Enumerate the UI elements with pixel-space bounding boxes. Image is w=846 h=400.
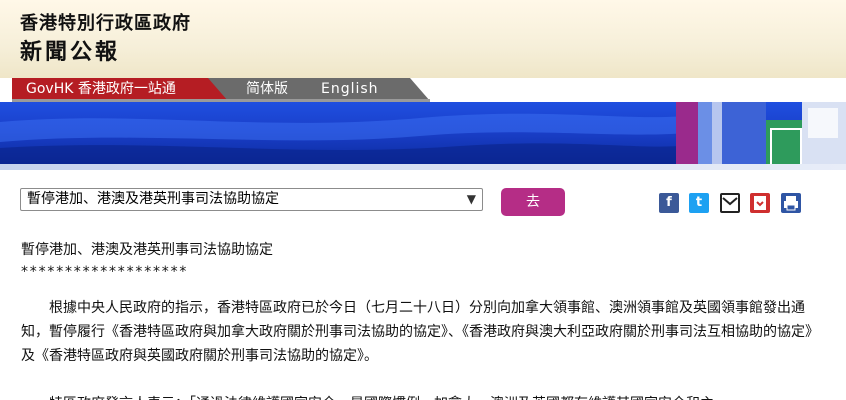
printer-shape — [784, 196, 798, 211]
article-paragraph-2: 特區政府發言人表示：「通過法律維護國家安全，是國際慣例。加拿大、澳洲及英國都有維… — [21, 392, 827, 400]
facebook-icon[interactable]: f — [659, 193, 679, 213]
banner-strip — [0, 164, 846, 170]
masthead: 香港特別行政區政府 新聞公報 — [0, 0, 846, 78]
headline-underline-stars: ******************* — [21, 264, 189, 280]
article-paragraph-1: 根據中央人民政府的指示，香港特區政府已於今日（七月二十八日）分別向加拿大領事館、… — [21, 300, 819, 364]
topic-select-value: 暫停港加、港澳及港英刑事司法協助協定 — [27, 191, 279, 207]
envelope-shape — [722, 197, 738, 206]
go-button[interactable]: 去 — [501, 188, 565, 216]
banner — [0, 102, 846, 166]
topic-select[interactable]: 暫停港加、港澳及港英刑事司法協助協定 ▼ — [20, 188, 483, 211]
bookmark-shape — [754, 196, 766, 210]
article-body: 暫停港加、港澳及港英刑事司法協助協定 ******************* 根… — [21, 238, 827, 400]
banner-graphic — [0, 102, 846, 166]
simplified-chinese-link[interactable]: 简体版 — [246, 78, 288, 101]
twitter-icon[interactable]: t — [689, 193, 709, 213]
english-link[interactable]: English — [321, 78, 379, 101]
email-icon[interactable] — [720, 193, 740, 213]
bookmark-icon[interactable] — [750, 193, 770, 213]
print-icon[interactable] — [781, 193, 801, 213]
language-bar — [200, 78, 430, 101]
article-headline: 暫停港加、港澳及港英刑事司法協助協定 — [21, 242, 273, 258]
chevron-down-icon: ▼ — [466, 192, 476, 206]
masthead-org: 香港特別行政區政府 — [20, 13, 191, 34]
page-title: 新聞公報 — [20, 40, 121, 65]
govhk-link[interactable]: GovHK 香港政府一站通 — [12, 78, 228, 101]
